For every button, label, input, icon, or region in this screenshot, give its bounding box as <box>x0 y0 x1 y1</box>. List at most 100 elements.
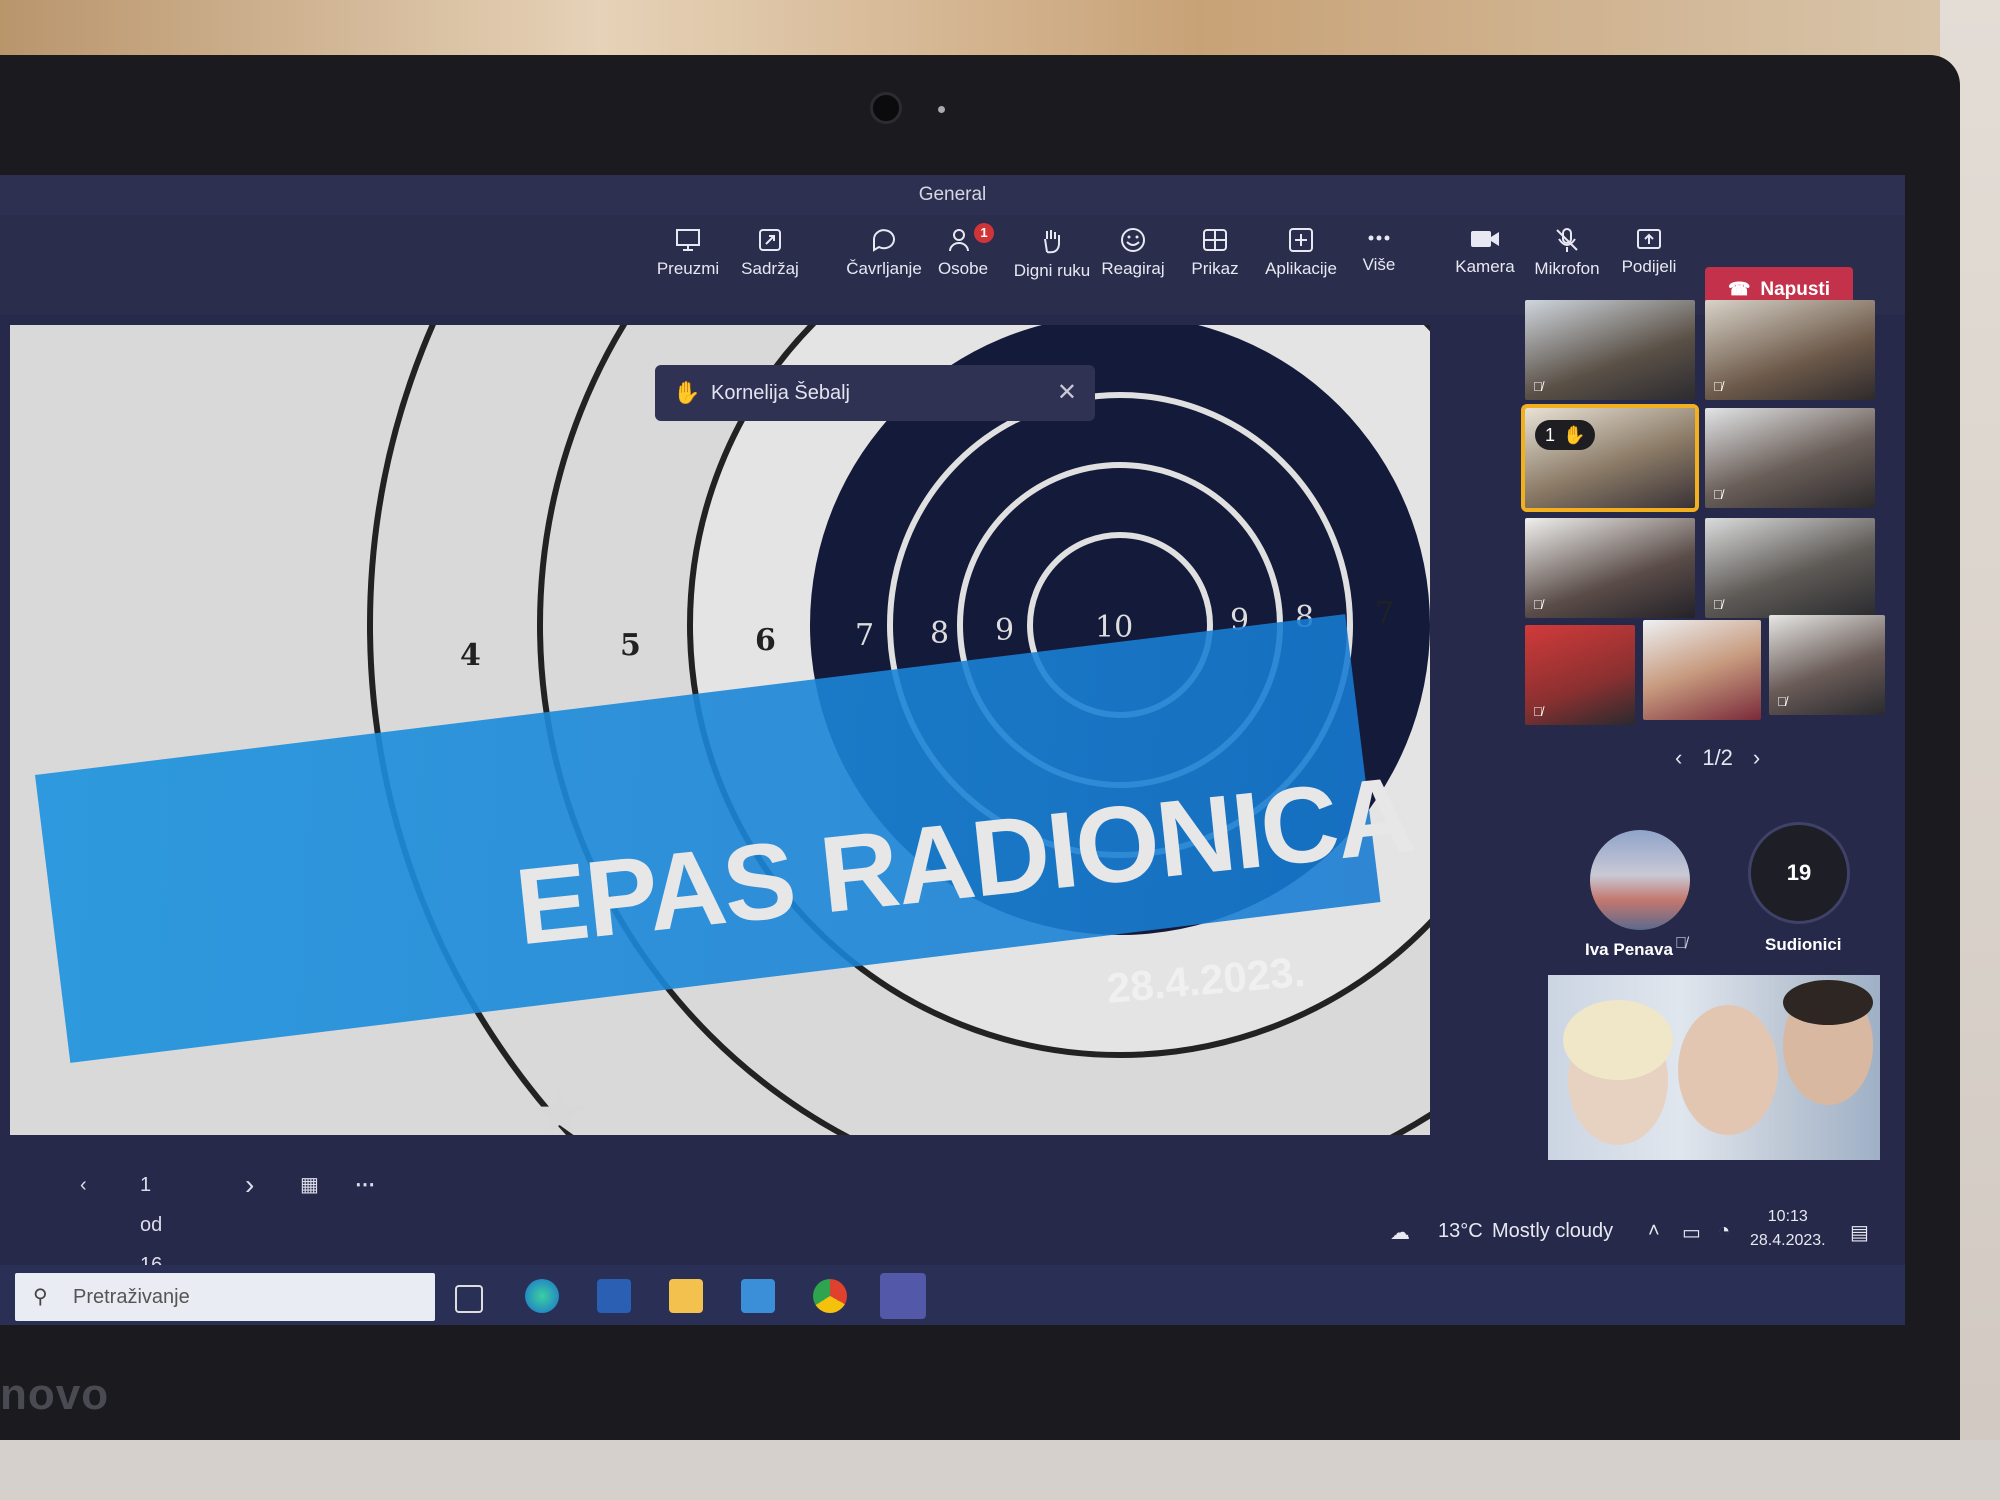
shared-slide: 4 5 6 7 8 9 10 9 8 7 EPAS RADIONICA 28.4… <box>10 325 1430 1135</box>
mic-off-icon: 🎙̸ <box>1713 487 1723 502</box>
slide-more-icon[interactable]: ⋯ <box>355 1165 375 1205</box>
video-tile[interactable]: 🎙̸ <box>1705 300 1875 400</box>
content-button[interactable]: Sadržaj <box>727 227 813 279</box>
close-icon[interactable]: ✕ <box>1057 365 1077 421</box>
search-icon: ⚲ <box>33 1286 48 1308</box>
gallery-pager: ‹ 1/2 › <box>1665 745 1770 771</box>
word-icon[interactable] <box>597 1279 631 1313</box>
avatar[interactable] <box>1590 830 1690 930</box>
chrome-icon[interactable] <box>813 1279 847 1313</box>
raised-hand-notification: ✋ Kornelija Šebalj ✕ <box>655 365 1095 421</box>
raised-hand-icon: ✋ <box>673 380 701 405</box>
ring-number: 7 <box>1375 596 1394 631</box>
mic-off-icon: 🎙̸ <box>1713 597 1723 612</box>
people-button[interactable]: 1 Osobe <box>920 223 1006 279</box>
search-input[interactable]: ⚲ Pretraživanje <box>15 1273 435 1321</box>
star-icon: ★ <box>530 1076 590 1135</box>
chat-icon <box>873 229 895 252</box>
battery-icon[interactable]: ▭ <box>1682 1220 1701 1245</box>
apps-label: Aplikacije <box>1265 259 1337 278</box>
chat-label: Čavrljanje <box>846 259 922 278</box>
view-icon <box>1203 229 1227 251</box>
hair <box>1563 1000 1673 1080</box>
weather-icon: ☁ <box>1390 1222 1410 1244</box>
ring-number: 8 <box>930 616 949 651</box>
screen: General Preuzmi Sadržaj Čavrljanje 1 Oso… <box>0 175 1905 1325</box>
video-tile[interactable]: 🎙̸ <box>1705 518 1875 618</box>
prev-slide-button[interactable]: ‹ <box>80 1165 87 1205</box>
video-tile[interactable] <box>1643 620 1761 720</box>
video-tile[interactable]: 🎙̸ <box>1769 615 1885 715</box>
ring-number: 9 <box>995 613 1014 648</box>
next-page-button[interactable]: › <box>1753 745 1760 770</box>
present-button[interactable]: Preuzmi <box>645 227 731 279</box>
view-label: Prikaz <box>1191 259 1239 278</box>
video-tile-raised-hand[interactable]: 1 ✋ <box>1521 404 1699 512</box>
present-icon <box>676 229 700 251</box>
notification-icon[interactable]: ▤ <box>1850 1220 1869 1245</box>
raised-hand-icon: ✋ <box>1563 425 1586 445</box>
wifi-icon[interactable]: ◔ <box>1718 1220 1730 1243</box>
windows-taskbar: ⚲ Pretraživanje <box>0 1265 1905 1325</box>
video-tile[interactable]: 🎙̸ <box>1705 408 1875 508</box>
view-button[interactable]: Prikaz <box>1172 227 1258 279</box>
share-icon <box>1637 229 1661 249</box>
task-view-icon[interactable] <box>455 1285 483 1313</box>
mail-icon[interactable] <box>741 1279 775 1313</box>
ring-number: 5 <box>620 628 641 663</box>
video-tile[interactable]: 🎙̸ <box>1525 625 1635 725</box>
person <box>1678 1005 1778 1135</box>
content-label: Sadržaj <box>741 259 799 278</box>
present-label: Preuzmi <box>656 259 720 278</box>
self-view-video[interactable] <box>1548 975 1880 1160</box>
mic-off-icon: 🎙̸ <box>1675 935 1687 952</box>
phone-hangup-icon: ☎ <box>1727 279 1751 299</box>
weather-text[interactable]: Mostly cloudy <box>1492 1220 1613 1243</box>
hand-count-badge: 1 ✋ <box>1535 420 1595 450</box>
page-indicator: 1/2 <box>1702 745 1733 770</box>
participant-count[interactable]: 19 <box>1748 822 1850 924</box>
share-button[interactable]: Podijeli <box>1606 227 1692 277</box>
share-content-icon <box>759 229 781 251</box>
time: 10:13 <box>1767 1208 1808 1225</box>
prev-page-button[interactable]: ‹ <box>1675 745 1682 770</box>
mic-off-icon: 🎙̸ <box>1713 379 1723 394</box>
hand-count: 1 <box>1545 425 1556 445</box>
clock[interactable]: 10:13 28.4.2023. <box>1750 1205 1826 1253</box>
raise-hand-label: Digni ruku <box>1013 261 1091 280</box>
react-label: Reagiraj <box>1101 259 1165 278</box>
more-button[interactable]: Više <box>1336 227 1422 275</box>
mic-button[interactable]: Mikrofon <box>1524 227 1610 279</box>
people-badge: 1 <box>974 223 994 243</box>
more-icon <box>1368 235 1390 241</box>
chat-button[interactable]: Čavrljanje <box>836 227 932 279</box>
notification-name: Kornelija Šebalj <box>711 382 850 404</box>
mic-off-icon: 🎙̸ <box>1533 597 1543 612</box>
react-button[interactable]: Reagiraj <box>1090 227 1176 279</box>
next-slide-button[interactable]: › <box>245 1165 254 1205</box>
file-explorer-icon[interactable] <box>669 1279 703 1313</box>
teams-icon[interactable] <box>880 1273 926 1319</box>
hair <box>1783 980 1873 1025</box>
webcam-led <box>938 106 945 113</box>
edge-icon[interactable] <box>525 1279 559 1313</box>
mic-label: Mikrofon <box>1534 259 1600 278</box>
slide-sorter-icon[interactable]: ▦ <box>300 1165 319 1205</box>
chevron-up-icon[interactable]: ˄ <box>1648 1220 1660 1243</box>
react-icon <box>1121 228 1145 252</box>
raise-hand-icon <box>1044 230 1061 254</box>
participants-label: Sudionici <box>1765 935 1842 954</box>
camera-icon <box>1471 231 1499 247</box>
ring-number: 6 <box>755 623 776 658</box>
camera-button[interactable]: Kamera <box>1442 227 1528 277</box>
apps-button[interactable]: Aplikacije <box>1254 227 1348 279</box>
weather-temp[interactable]: 13°C <box>1438 1220 1483 1243</box>
mic-off-icon <box>1556 228 1578 252</box>
ring-number: 4 <box>460 638 481 673</box>
video-tile[interactable]: 🎙̸ <box>1525 300 1695 400</box>
participant-name: Iva Penava <box>1585 940 1673 959</box>
raise-hand-button[interactable]: Digni ruku <box>1002 227 1102 281</box>
video-tile[interactable]: 🎙̸ <box>1525 518 1695 618</box>
mic-off-icon: 🎙̸ <box>1533 704 1543 719</box>
more-label: Više <box>1362 255 1396 274</box>
